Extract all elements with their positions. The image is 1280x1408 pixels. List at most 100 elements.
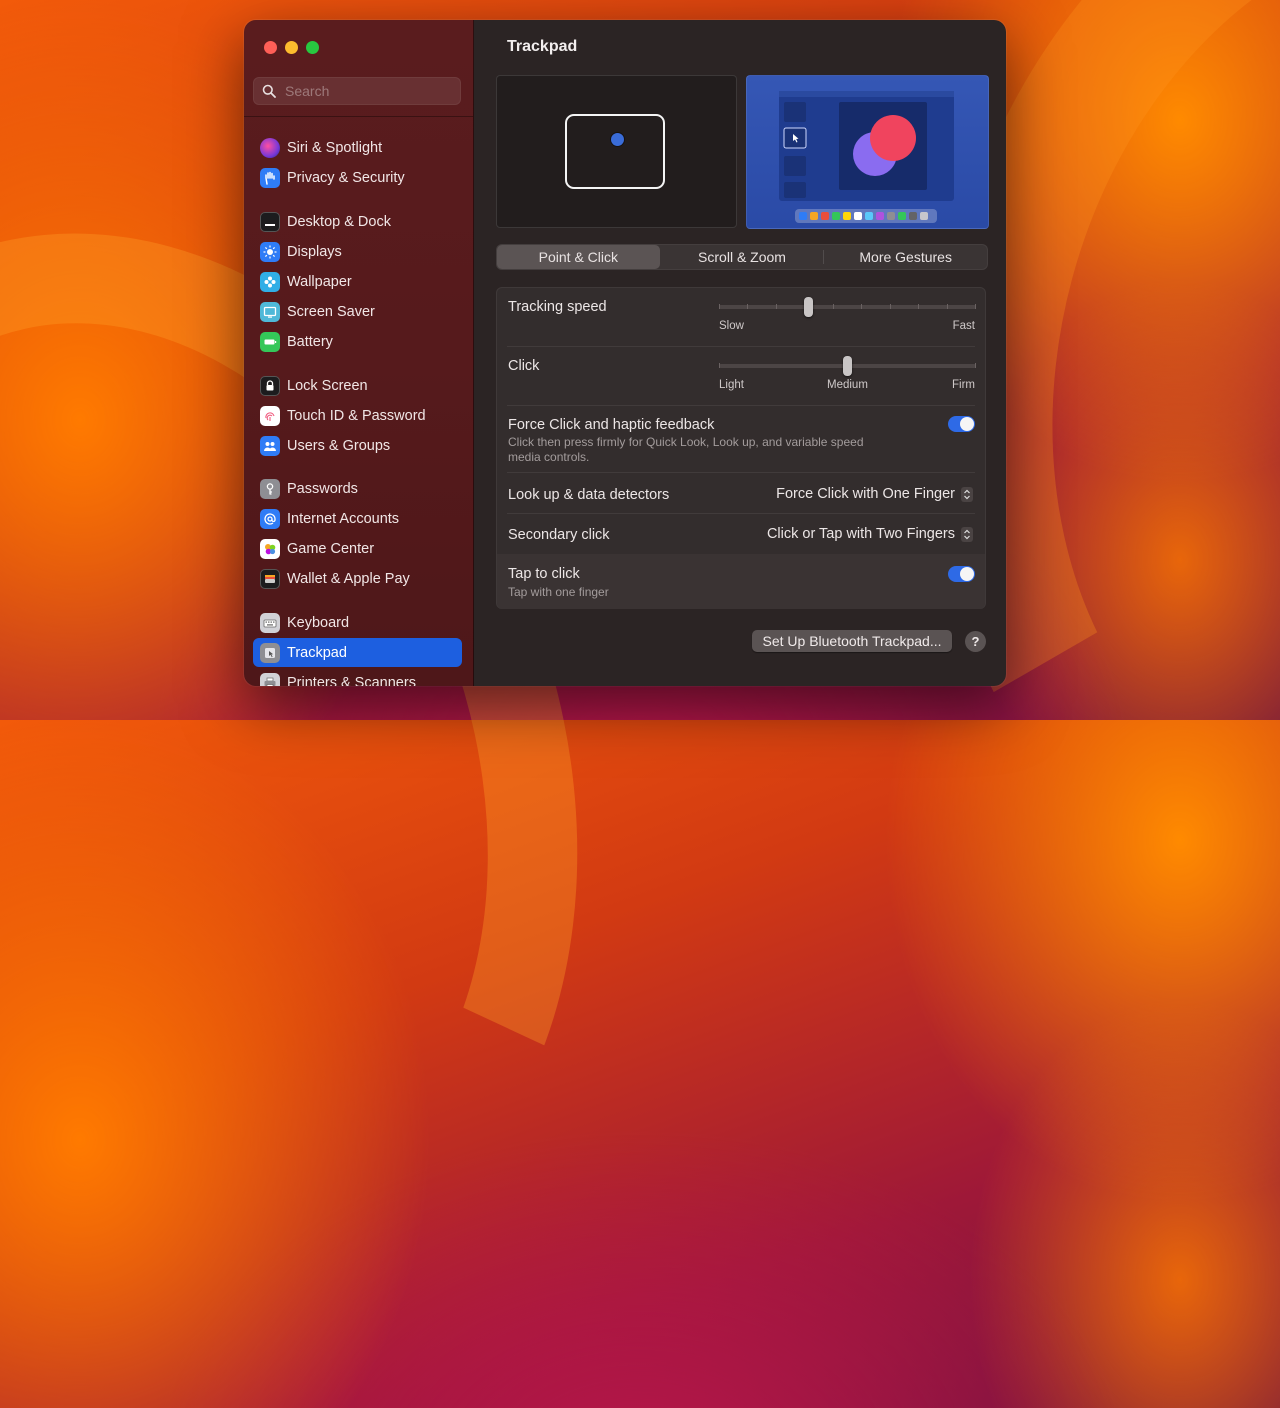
- chevron-updown-icon: [961, 526, 973, 542]
- settings-window: Siri & Spotlight Privacy & Security Desk…: [244, 20, 1006, 686]
- sidebar-divider: [244, 116, 473, 117]
- look-up-row: Look up & data detectors Force Click wit…: [497, 473, 985, 513]
- tracking-speed-thumb[interactable]: [804, 297, 814, 317]
- slider-tick: [890, 304, 891, 309]
- help-button[interactable]: ?: [965, 631, 986, 652]
- tap-to-click-description: Tap with one finger: [508, 585, 609, 599]
- sidebar-item-label: Trackpad: [287, 644, 347, 661]
- settings-group: Tracking speed Slow Fast Click Light Med…: [496, 287, 986, 609]
- secondary-click-label: Secondary click: [508, 527, 610, 543]
- trackpad-illustration: [565, 114, 665, 189]
- sidebar-item-screen-saver[interactable]: Screen Saver: [253, 297, 462, 326]
- setup-bluetooth-trackpad-button[interactable]: Set Up Bluetooth Trackpad...: [752, 630, 952, 652]
- click-row: Click Light Medium Firm: [497, 347, 985, 405]
- slider-tick: [975, 304, 976, 309]
- look-up-popup[interactable]: Force Click with One Finger: [776, 486, 973, 502]
- flower-icon: [260, 271, 280, 292]
- tracking-speed-slider[interactable]: [719, 297, 976, 317]
- tab-scroll-zoom[interactable]: Scroll & Zoom: [661, 245, 824, 269]
- touch-point-icon: [611, 133, 624, 146]
- sidebar-item-label: Touch ID & Password: [287, 407, 426, 424]
- force-click-label: Force Click and haptic feedback: [508, 417, 715, 433]
- slider-tick: [947, 304, 948, 309]
- slider-tick: [861, 304, 862, 309]
- sidebar-item-printers-scanners[interactable]: Printers & Scanners: [253, 668, 462, 686]
- search-input[interactable]: [283, 82, 457, 100]
- printer-icon: [260, 672, 280, 686]
- sidebar-item-label: Passwords: [287, 480, 358, 497]
- dock-icon: [260, 211, 280, 232]
- sidebar-item-wallet-apple-pay[interactable]: Wallet & Apple Pay: [253, 564, 462, 593]
- minimize-button[interactable]: [285, 41, 298, 54]
- sidebar-item-wallpaper[interactable]: Wallpaper: [253, 267, 462, 296]
- window-controls: [264, 41, 319, 54]
- sidebar-item-users-groups[interactable]: Users & Groups: [253, 431, 462, 460]
- page-title: Trackpad: [507, 38, 578, 55]
- sidebar: Siri & Spotlight Privacy & Security Desk…: [244, 20, 474, 686]
- sidebar-item-trackpad[interactable]: Trackpad: [253, 638, 462, 667]
- sidebar-item-keyboard[interactable]: Keyboard: [253, 608, 462, 637]
- hand-icon: [260, 167, 280, 188]
- sidebar-item-privacy-security[interactable]: Privacy & Security: [253, 163, 462, 192]
- click-pressure-slider[interactable]: [719, 356, 976, 376]
- tab-point-click[interactable]: Point & Click: [497, 245, 660, 269]
- look-up-label: Look up & data detectors: [508, 487, 670, 503]
- sidebar-item-passwords[interactable]: Passwords: [253, 474, 462, 503]
- secondary-click-value: Click or Tap with Two Fingers: [766, 526, 955, 542]
- desktop-preview-illustration: [779, 91, 954, 223]
- sun-icon: [260, 241, 280, 262]
- sidebar-item-label: Keyboard: [287, 614, 350, 631]
- slider-tick: [918, 304, 919, 309]
- game-center-icon: [260, 538, 280, 559]
- slider-firm-label: Firm: [952, 379, 975, 391]
- secondary-click-row: Secondary click Click or Tap with Two Fi…: [497, 514, 985, 554]
- sidebar-item-touch-id-password[interactable]: Touch ID & Password: [253, 401, 462, 430]
- sidebar-item-displays[interactable]: Displays: [253, 237, 462, 266]
- sidebar-item-battery[interactable]: Battery: [253, 327, 462, 356]
- close-button[interactable]: [264, 41, 277, 54]
- sidebar-item-label: Screen Saver: [287, 303, 375, 320]
- sidebar-item-label: Siri & Spotlight: [287, 139, 383, 156]
- sidebar-item-label: Privacy & Security: [287, 169, 405, 186]
- fingerprint-icon: [260, 405, 280, 426]
- slider-tick: [776, 304, 777, 309]
- slider-tick: [719, 363, 720, 368]
- sidebar-item-internet-accounts[interactable]: Internet Accounts: [253, 504, 462, 533]
- look-up-value: Force Click with One Finger: [776, 486, 955, 502]
- tap-to-click-row: Tap to click Tap with one finger: [497, 554, 985, 609]
- chevron-updown-icon: [961, 486, 973, 502]
- tap-to-click-label: Tap to click: [508, 566, 580, 582]
- sidebar-item-label: Desktop & Dock: [287, 213, 391, 230]
- zoom-button[interactable]: [306, 41, 319, 54]
- secondary-click-popup[interactable]: Click or Tap with Two Fingers: [767, 526, 973, 542]
- battery-icon: [260, 331, 280, 352]
- slider-tick: [975, 363, 976, 368]
- slider-light-label: Light: [719, 379, 744, 391]
- slider-min-label: Slow: [719, 320, 744, 332]
- sidebar-item-game-center[interactable]: Game Center: [253, 534, 462, 563]
- at-icon: [260, 508, 280, 529]
- sidebar-item-label: Users & Groups: [287, 437, 391, 454]
- click-pressure-thumb[interactable]: [843, 356, 852, 376]
- main-pane: Trackpad Point & Click Scroll & Zoom Mor…: [474, 20, 1006, 686]
- tap-to-click-toggle[interactable]: [948, 566, 975, 582]
- keyboard-icon: [260, 612, 280, 633]
- slider-tick: [747, 304, 748, 309]
- force-click-description: Click then press firmly for Quick Look, …: [508, 435, 864, 464]
- search-field[interactable]: [253, 77, 461, 105]
- sidebar-item-siri-spotlight[interactable]: Siri & Spotlight: [253, 133, 462, 162]
- gesture-preview: [496, 75, 737, 228]
- slider-medium-label: Medium: [827, 379, 868, 391]
- sidebar-item-desktop-dock[interactable]: Desktop & Dock: [253, 207, 462, 236]
- trackpad-icon: [260, 642, 280, 663]
- slider-tick: [833, 304, 834, 309]
- sidebar-item-label: Game Center: [287, 540, 375, 557]
- force-click-toggle[interactable]: [948, 416, 975, 432]
- wallet-icon: [260, 568, 280, 589]
- sidebar-item-label: Lock Screen: [287, 377, 368, 394]
- sidebar-item-lock-screen[interactable]: Lock Screen: [253, 371, 462, 400]
- click-label: Click: [508, 358, 540, 374]
- slider-tick: [719, 304, 720, 309]
- tab-more-gestures[interactable]: More Gestures: [824, 245, 987, 269]
- sidebar-item-label: Printers & Scanners: [287, 674, 416, 687]
